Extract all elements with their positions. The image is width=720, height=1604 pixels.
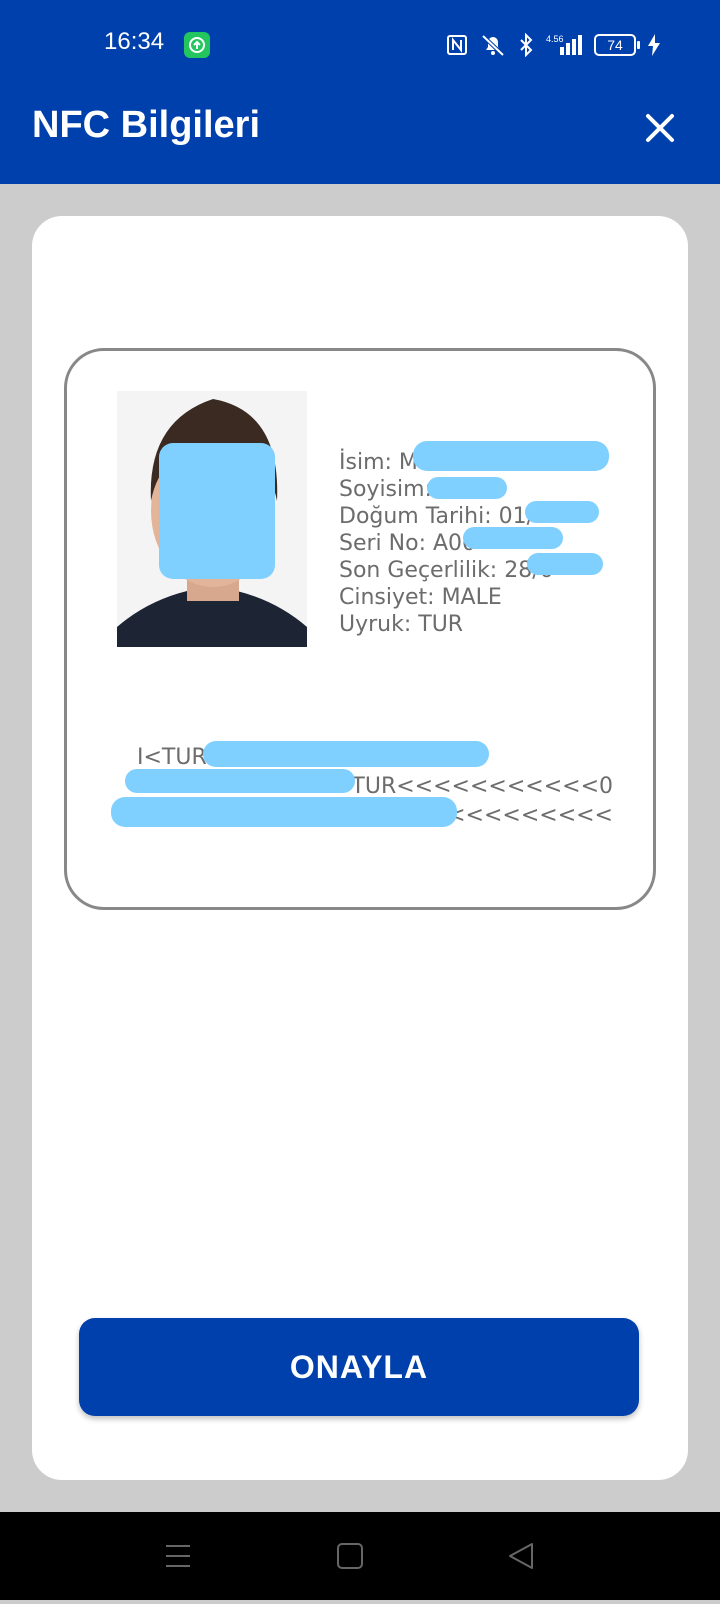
status-icons: 4.56 74 <box>446 30 660 60</box>
charging-icon <box>648 34 660 56</box>
redaction-mark <box>125 769 355 793</box>
network-speed: 4.56 <box>546 34 564 44</box>
app-header: 16:34 4.56 74 NFC Bilgileri <box>0 0 720 184</box>
home-icon[interactable] <box>337 1543 363 1569</box>
id-card: İsim: M Soyisim: Doğum Tarihi: 01/ Seri … <box>64 348 656 910</box>
close-icon <box>646 114 674 142</box>
upload-app-icon <box>184 32 210 58</box>
back-icon[interactable] <box>509 1543 533 1569</box>
mute-bell-icon <box>480 33 506 57</box>
menu-icon[interactable] <box>164 1542 192 1572</box>
battery-level: 74 <box>594 34 640 56</box>
confirm-button[interactable]: ONAYLA <box>79 1318 639 1416</box>
field-expiry: Son Geçerlilik: 28/0 <box>339 558 554 583</box>
bluetooth-icon <box>518 33 534 57</box>
redaction-mark <box>463 527 563 549</box>
close-button[interactable] <box>640 108 680 148</box>
content-card: İsim: M Soyisim: Doğum Tarihi: 01/ Seri … <box>32 216 688 1480</box>
signal-icon: 4.56 <box>546 33 582 57</box>
field-nationality: Uyruk: TUR <box>339 612 464 637</box>
nfc-icon <box>446 34 468 56</box>
field-gender: Cinsiyet: MALE <box>339 585 502 610</box>
redaction-mark <box>203 741 489 767</box>
redaction-mark <box>111 797 457 827</box>
redaction-mark <box>525 501 599 523</box>
system-nav-bar <box>0 1512 720 1600</box>
status-time: 16:34 <box>104 28 165 55</box>
redaction-mark <box>527 553 603 575</box>
redaction-mark <box>413 441 609 471</box>
field-birth-date: Doğum Tarihi: 01/ <box>339 504 535 529</box>
id-photo <box>117 391 307 647</box>
page-title: NFC Bilgileri <box>32 104 261 146</box>
redaction-mark <box>427 477 507 499</box>
